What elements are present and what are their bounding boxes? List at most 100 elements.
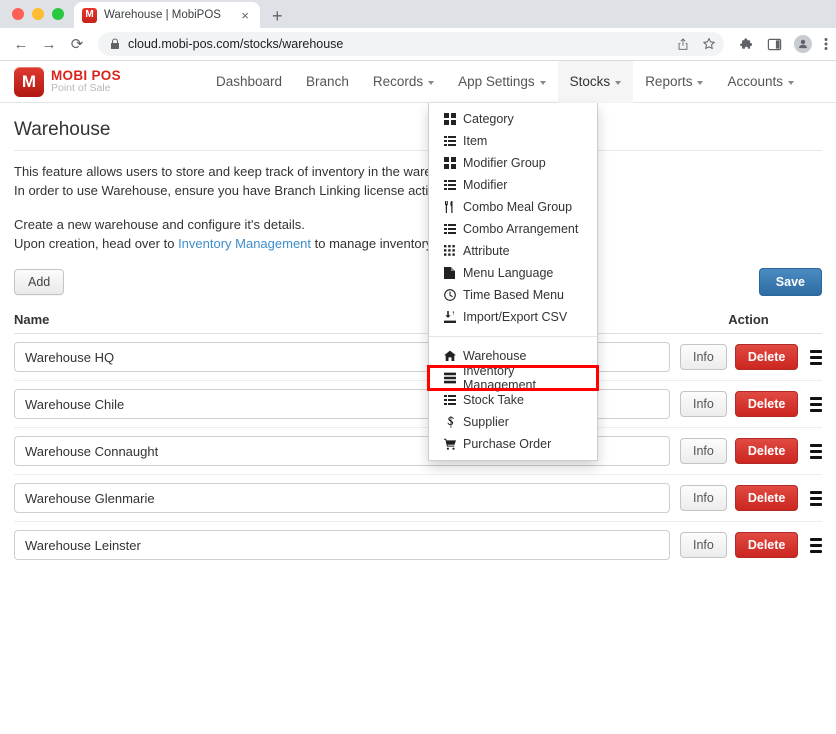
nav-item-branch[interactable]: Branch bbox=[294, 61, 361, 103]
delete-button[interactable]: Delete bbox=[734, 391, 799, 417]
star-icon[interactable] bbox=[702, 37, 716, 51]
nav-label: Branch bbox=[306, 74, 349, 89]
menu-item-combo-meal-group[interactable]: Combo Meal Group bbox=[429, 196, 597, 218]
title-divider bbox=[14, 150, 822, 151]
menu-item-label: Time Based Menu bbox=[463, 288, 564, 302]
menu-item-category[interactable]: Category bbox=[429, 108, 597, 130]
main-nav: Dashboard Branch Records App Settings St… bbox=[204, 60, 806, 103]
description-line-3: Create a new warehouse and configure it'… bbox=[14, 217, 305, 232]
nav-item-dashboard[interactable]: Dashboard bbox=[204, 61, 294, 103]
new-tab-button[interactable]: + bbox=[272, 7, 283, 25]
kebab-menu-icon[interactable] bbox=[824, 36, 828, 52]
menu-item-attribute[interactable]: Attribute bbox=[429, 240, 597, 262]
cutlery-icon bbox=[443, 201, 456, 213]
side-panel-icon[interactable] bbox=[767, 37, 782, 52]
table-header: Name Action bbox=[14, 312, 822, 327]
info-button[interactable]: Info bbox=[680, 485, 727, 511]
logo-title: MOBI POS bbox=[51, 67, 121, 83]
menu-item-time-based-menu[interactable]: Time Based Menu bbox=[429, 284, 597, 306]
drag-handle-icon[interactable] bbox=[806, 537, 822, 553]
logo-mark-icon: M bbox=[14, 66, 44, 97]
drag-handle-icon[interactable] bbox=[806, 349, 822, 365]
warehouse-name-input[interactable] bbox=[14, 530, 670, 560]
row-actions: Info Delete bbox=[670, 344, 822, 370]
stocks-dropdown-menu: Category Item Modifier Group Modifier Co… bbox=[427, 103, 599, 461]
grid-squares-icon bbox=[443, 157, 456, 169]
menu-item-label: Warehouse bbox=[463, 349, 527, 363]
menu-divider bbox=[429, 336, 597, 337]
clock-icon bbox=[443, 289, 456, 301]
nav-item-accounts[interactable]: Accounts bbox=[715, 61, 806, 103]
menu-item-modifier[interactable]: Modifier bbox=[429, 174, 597, 196]
table-row: Info Delete bbox=[14, 474, 822, 521]
menu-item-item[interactable]: Item bbox=[429, 130, 597, 152]
menu-item-menu-language[interactable]: Menu Language bbox=[429, 262, 597, 284]
inventory-management-link[interactable]: Inventory Management bbox=[178, 236, 311, 251]
puzzle-icon[interactable] bbox=[740, 37, 755, 52]
address-bar[interactable]: cloud.mobi-pos.com/stocks/warehouse bbox=[98, 32, 724, 56]
grid-squares-icon bbox=[443, 113, 456, 125]
drag-handle-icon[interactable] bbox=[806, 443, 822, 459]
inventory-icon bbox=[443, 372, 456, 384]
close-tab-icon[interactable]: × bbox=[238, 9, 252, 22]
nav-item-records[interactable]: Records bbox=[361, 61, 446, 103]
menu-item-label: Stock Take bbox=[463, 393, 524, 407]
row-actions: Info Delete bbox=[670, 438, 822, 464]
back-button[interactable]: ← bbox=[8, 31, 34, 57]
column-header-action: Action bbox=[728, 312, 769, 327]
nav-label: Reports bbox=[645, 74, 693, 89]
avatar[interactable] bbox=[794, 35, 812, 53]
menu-item-import-export-csv[interactable]: Import/Export CSV bbox=[429, 306, 597, 328]
row-actions: Info Delete bbox=[670, 485, 822, 511]
info-button[interactable]: Info bbox=[680, 391, 727, 417]
info-button[interactable]: Info bbox=[680, 344, 727, 370]
minimize-window-button[interactable] bbox=[32, 8, 44, 20]
info-button[interactable]: Info bbox=[680, 532, 727, 558]
save-button[interactable]: Save bbox=[758, 268, 822, 296]
nav-item-app-settings[interactable]: App Settings bbox=[446, 61, 558, 103]
menu-item-stock-take[interactable]: Stock Take bbox=[429, 389, 597, 411]
list-icon bbox=[443, 223, 456, 235]
delete-button[interactable]: Delete bbox=[734, 485, 799, 511]
drag-handle-icon[interactable] bbox=[806, 490, 822, 506]
logo-text: MOBI POS Point of Sale bbox=[51, 67, 121, 95]
menu-item-label: Combo Arrangement bbox=[463, 222, 579, 236]
add-button[interactable]: Add bbox=[14, 269, 65, 295]
info-button[interactable]: Info bbox=[680, 438, 727, 464]
drag-handle-icon[interactable] bbox=[806, 396, 822, 412]
maximize-window-button[interactable] bbox=[52, 8, 64, 20]
close-window-button[interactable] bbox=[12, 8, 24, 20]
browser-window: M Warehouse | MobiPOS × + ← → ⟳ cloud.mo… bbox=[0, 0, 836, 734]
warehouse-table: Info Delete Info Delete bbox=[14, 333, 822, 568]
dots-grid-icon bbox=[443, 245, 456, 257]
nav-item-reports[interactable]: Reports bbox=[633, 61, 715, 103]
menu-item-combo-arrangement[interactable]: Combo Arrangement bbox=[429, 218, 597, 240]
lock-icon bbox=[110, 38, 120, 50]
logo-letter: M bbox=[21, 72, 37, 91]
browser-tab[interactable]: M Warehouse | MobiPOS × bbox=[74, 2, 260, 28]
share-icon[interactable] bbox=[676, 37, 690, 51]
menu-item-label: Modifier Group bbox=[463, 156, 546, 170]
warehouse-name-input[interactable] bbox=[14, 483, 670, 513]
chevron-down-icon bbox=[697, 80, 704, 85]
chevron-down-icon bbox=[788, 80, 794, 85]
menu-item-purchase-order[interactable]: Purchase Order bbox=[429, 433, 597, 455]
table-row: Info Delete bbox=[14, 427, 822, 474]
page-title: Warehouse bbox=[14, 119, 111, 140]
forward-button[interactable]: → bbox=[36, 31, 62, 57]
menu-item-inventory-management[interactable]: Inventory Management bbox=[427, 364, 599, 392]
delete-button[interactable]: Delete bbox=[734, 344, 799, 370]
nav-label: Accounts bbox=[727, 74, 783, 89]
menu-item-supplier[interactable]: Supplier bbox=[429, 411, 597, 433]
brand-logo[interactable]: M MOBI POS Point of Sale bbox=[14, 66, 204, 97]
menu-item-label: Combo Meal Group bbox=[463, 200, 573, 214]
delete-button[interactable]: Delete bbox=[734, 532, 799, 558]
browser-toolbar: ← → ⟳ cloud.mobi-pos.com/stocks/warehous… bbox=[0, 28, 836, 61]
delete-button[interactable]: Delete bbox=[734, 438, 799, 464]
reload-button[interactable]: ⟳ bbox=[64, 31, 90, 57]
logo-subtitle: Point of Sale bbox=[51, 82, 111, 95]
nav-item-stocks[interactable]: Stocks bbox=[557, 60, 634, 103]
menu-item-modifier-group[interactable]: Modifier Group bbox=[429, 152, 597, 174]
file-icon bbox=[443, 267, 456, 279]
table-row: Info Delete bbox=[14, 333, 822, 380]
